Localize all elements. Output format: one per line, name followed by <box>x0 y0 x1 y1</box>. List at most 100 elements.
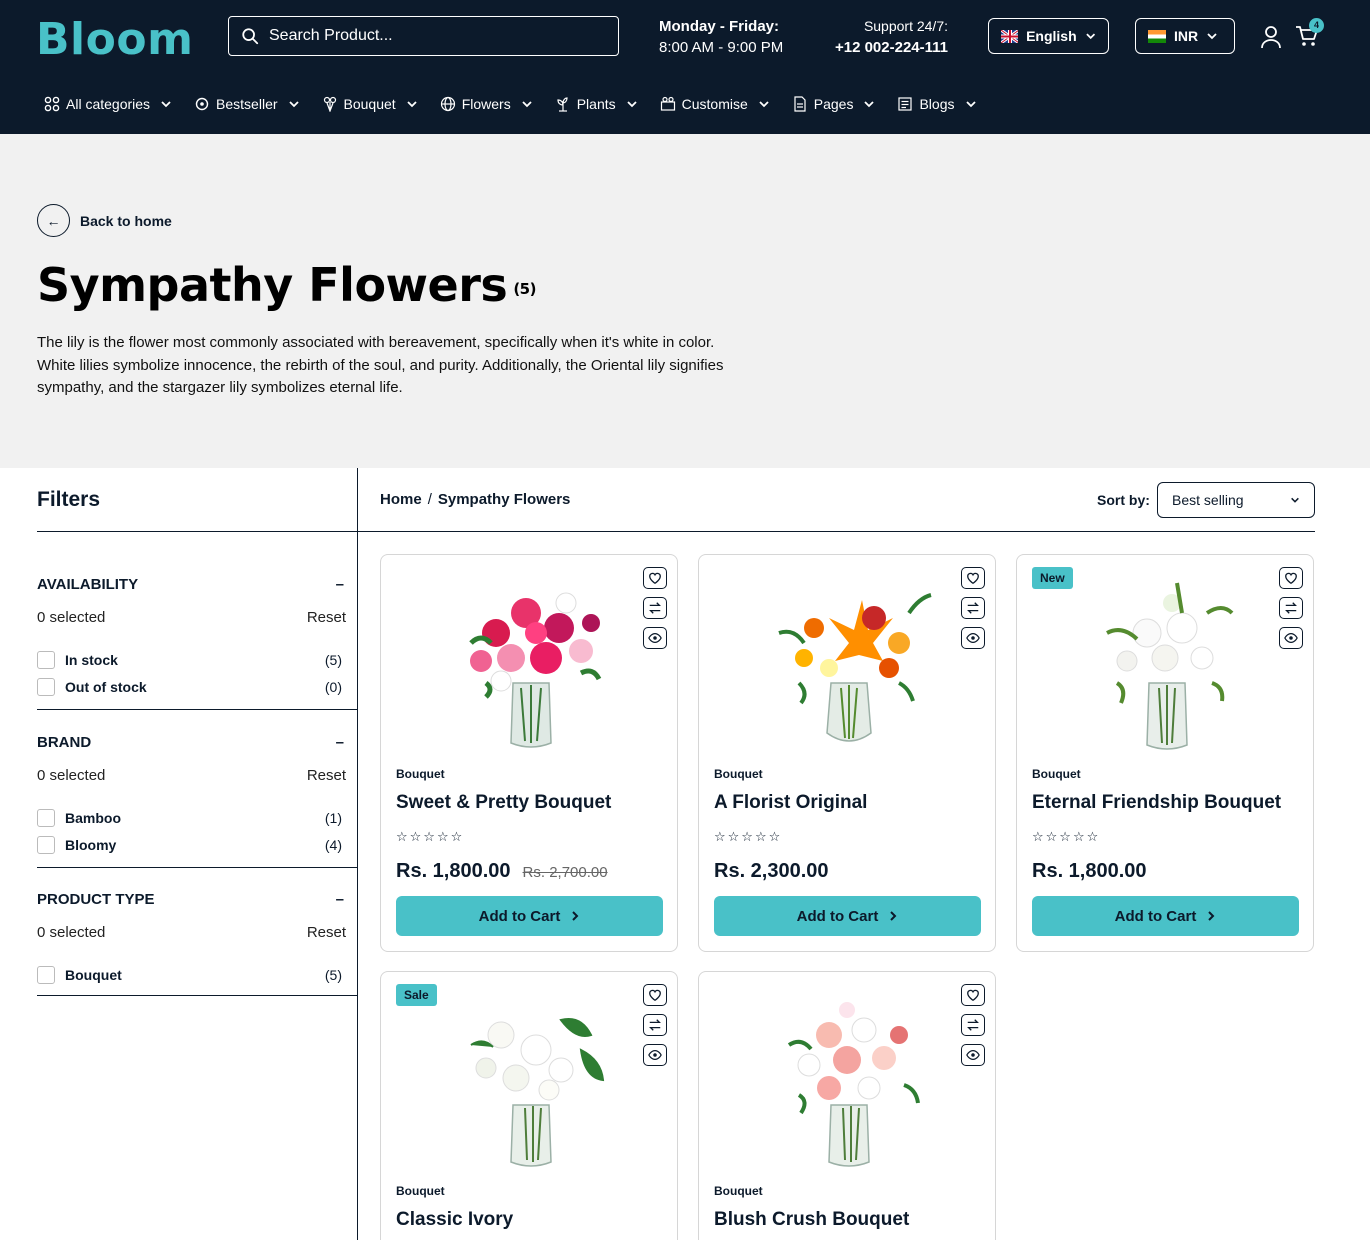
product-image[interactable] <box>759 990 939 1170</box>
product-name[interactable]: Eternal Friendship Bouquet <box>1032 792 1281 814</box>
wishlist-button[interactable] <box>961 984 985 1006</box>
checkbox[interactable] <box>37 677 55 696</box>
collapse-icon[interactable]: – <box>336 576 344 593</box>
filter-option-in-stock[interactable]: In stock (5) <box>37 646 358 673</box>
collapse-icon[interactable]: – <box>336 891 344 908</box>
nav-plants[interactable]: Plants <box>555 92 638 116</box>
add-to-cart-button[interactable]: Add to Cart <box>1032 896 1299 936</box>
description-line: sympathy, and the stargazer lily symboli… <box>37 379 403 396</box>
product-card[interactable]: Bouquet A Florist Original ☆☆☆☆☆ Rs. 2,3… <box>698 554 996 952</box>
add-to-cart-button[interactable]: Add to Cart <box>714 896 981 936</box>
nav-customise[interactable]: Customise <box>660 92 770 116</box>
product-image[interactable] <box>441 573 621 753</box>
eye-icon <box>648 1050 662 1060</box>
rating-stars: ☆☆☆☆☆ <box>1032 829 1101 844</box>
filter-group-header[interactable]: AVAILABILITY – <box>37 576 358 593</box>
option-label: Bamboo <box>65 809 121 826</box>
compare-arrows-icon <box>967 1019 979 1031</box>
product-image[interactable] <box>1077 573 1257 753</box>
collapse-icon[interactable]: – <box>336 734 344 751</box>
product-image[interactable] <box>759 573 939 753</box>
compare-button[interactable] <box>961 597 985 619</box>
filter-option-out-of-stock[interactable]: Out of stock (0) <box>37 673 358 700</box>
compare-button[interactable] <box>643 597 667 619</box>
product-card[interactable]: New Bouquet Eternal Friendship Bouquet ☆… <box>1016 554 1314 952</box>
logo[interactable]: Bloom <box>36 14 193 65</box>
compare-button[interactable] <box>643 1014 667 1036</box>
quick-view-button[interactable] <box>643 1044 667 1066</box>
nav-blogs[interactable]: Blogs <box>897 92 976 116</box>
button-label: Add to Cart <box>1114 907 1197 925</box>
current-price: Rs. 1,800.00 <box>396 860 511 882</box>
current-price: Rs. 2,300.00 <box>714 860 829 882</box>
nav-label: Bouquet <box>343 96 396 112</box>
divider <box>37 709 358 710</box>
filter-option-bamboo[interactable]: Bamboo (1) <box>37 804 358 831</box>
product-category: Bouquet <box>396 767 445 781</box>
product-name[interactable]: Sweet & Pretty Bouquet <box>396 792 611 814</box>
quick-view-button[interactable] <box>1279 627 1303 649</box>
chevron-right-icon <box>890 911 897 921</box>
option-count: (1) <box>324 809 342 826</box>
compare-button[interactable] <box>961 1014 985 1036</box>
compare-arrows-icon <box>649 1019 661 1031</box>
compare-button[interactable] <box>1279 597 1303 619</box>
wishlist-button[interactable] <box>1279 567 1303 589</box>
compare-arrows-icon <box>967 602 979 614</box>
product-card[interactable]: Bouquet Sweet & Pretty Bouquet ☆☆☆☆☆ Rs.… <box>380 554 678 952</box>
language-selector[interactable]: English <box>988 18 1109 54</box>
checkbox[interactable] <box>37 808 55 827</box>
product-card[interactable]: Sale Bouquet Classic Ivory <box>380 971 678 1240</box>
product-name[interactable]: Classic Ivory <box>396 1209 513 1231</box>
sort-select[interactable]: Best selling <box>1157 482 1315 518</box>
checkbox[interactable] <box>37 835 55 854</box>
india-flag-icon <box>1148 29 1166 43</box>
option-count: (4) <box>324 836 342 853</box>
wishlist-button[interactable] <box>643 567 667 589</box>
product-card[interactable]: Bouquet Blush Crush Bouquet <box>698 971 996 1240</box>
card-actions <box>961 984 985 1066</box>
add-to-cart-button[interactable]: Add to Cart <box>396 896 663 936</box>
quick-view-button[interactable] <box>961 1044 985 1066</box>
support-phone[interactable]: +12 002-224-111 <box>806 37 948 58</box>
filter-group-header[interactable]: BRAND – <box>37 734 358 751</box>
search-input[interactable] <box>269 27 589 45</box>
wishlist-button[interactable] <box>961 567 985 589</box>
wishlist-button[interactable] <box>643 984 667 1006</box>
product-name[interactable]: A Florist Original <box>714 792 867 814</box>
description-line: The lily is the flower most commonly ass… <box>37 334 715 351</box>
new-badge: New <box>1032 567 1073 589</box>
filter-group-header[interactable]: PRODUCT TYPE – <box>37 891 358 908</box>
nav-all-categories[interactable]: All categories <box>44 92 172 116</box>
sort-value: Best selling <box>1172 492 1244 508</box>
quick-view-button[interactable] <box>961 627 985 649</box>
chevron-down-icon <box>626 101 637 108</box>
filter-option-bouquet[interactable]: Bouquet (5) <box>37 961 358 988</box>
quick-view-button[interactable] <box>643 627 667 649</box>
sort-label: Sort by: <box>1097 492 1150 508</box>
reset-button[interactable]: Reset <box>307 767 346 784</box>
back-to-home-link[interactable]: ← Back to home <box>37 204 172 237</box>
hours-days: Monday - Friday: <box>659 18 780 35</box>
filter-group-brand: BRAND – 0 selected Reset Bamboo (1) Bloomy (… <box>37 734 358 868</box>
selected-count: 0 selected <box>37 609 106 626</box>
nav-bestseller[interactable]: Bestseller <box>194 92 299 116</box>
product-image[interactable] <box>441 990 621 1170</box>
user-icon[interactable] <box>1260 25 1282 49</box>
breadcrumb-home[interactable]: Home <box>380 491 422 508</box>
reset-button[interactable]: Reset <box>307 924 346 941</box>
eye-icon <box>966 1050 980 1060</box>
nav-bouquet[interactable]: Bouquet <box>322 92 418 116</box>
search-box[interactable] <box>228 16 619 56</box>
filters-title: Filters <box>37 488 101 511</box>
rating-stars: ☆☆☆☆☆ <box>396 829 465 844</box>
checkbox[interactable] <box>37 965 55 984</box>
filter-option-bloomy[interactable]: Bloomy (4) <box>37 831 358 858</box>
collection-hero: ← Back to home Sympathy Flowers (5) The l… <box>0 134 1370 468</box>
product-name[interactable]: Blush Crush Bouquet <box>714 1209 909 1231</box>
reset-button[interactable]: Reset <box>307 609 346 626</box>
nav-pages[interactable]: Pages <box>792 92 876 116</box>
currency-selector[interactable]: INR <box>1135 18 1235 54</box>
nav-flowers[interactable]: Flowers <box>440 92 533 116</box>
checkbox[interactable] <box>37 650 55 669</box>
